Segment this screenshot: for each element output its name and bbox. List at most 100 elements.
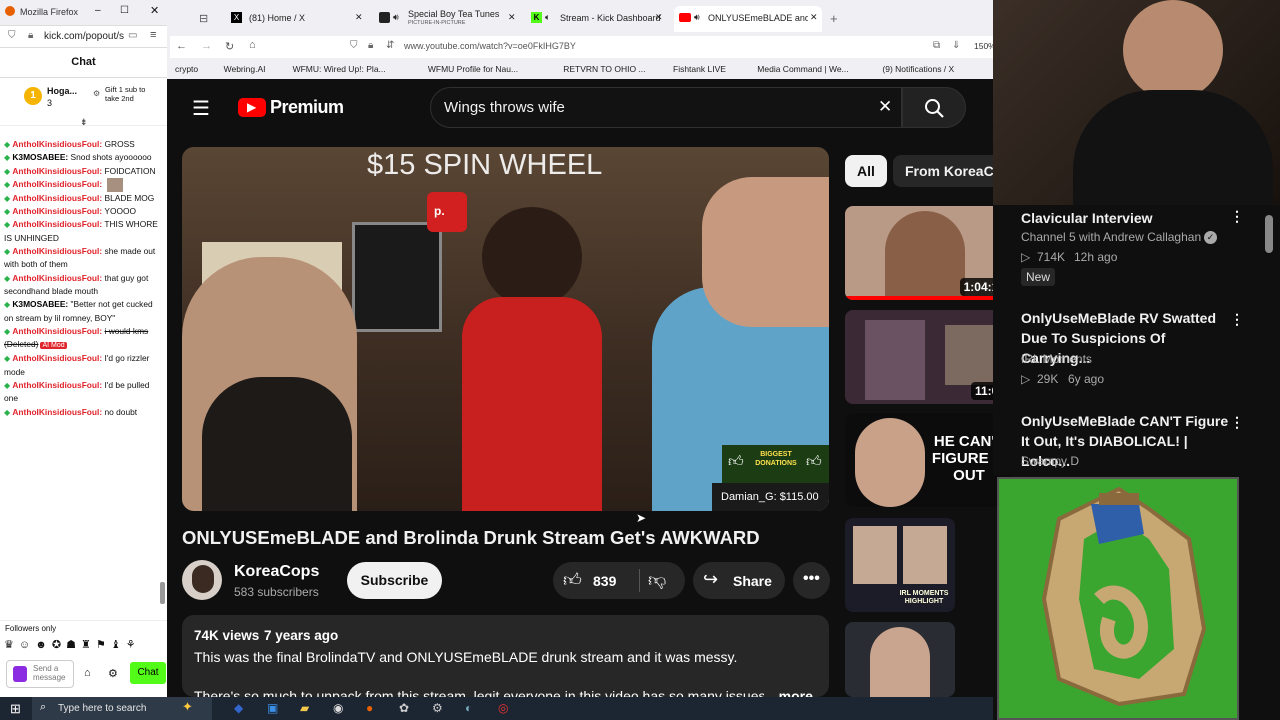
description-box[interactable]: 74K views 7 years ago This was the final… — [182, 615, 829, 697]
related-menu-icon[interactable]: ⋮ — [1230, 208, 1244, 225]
bookmark-item[interactable]: WFMU: Wired Up!: Pla... — [293, 64, 386, 74]
related-thumbnail-1[interactable]: 1:04:15 — [845, 206, 1013, 300]
video-player[interactable]: p. $15 SPIN WHEEL 👍︎ BIGGEST DONATIONS 👍… — [182, 147, 829, 511]
emote-bar[interactable]: ♛ ☺ ☻ ✪ ☗ ♜ ⚑ ♝ ⚘ — [4, 638, 159, 654]
related-thumbnail-4[interactable]: IRL MOMENTS HIGHLIGHT — [845, 518, 955, 612]
tab-x-home[interactable]: X (81) Home / X ✕ — [227, 6, 367, 32]
chat-username[interactable]: AnthoIKinsidiousFoul: — [12, 246, 102, 256]
share-button[interactable]: ↪ Share — [693, 562, 785, 599]
windows-start-icon[interactable]: ⊞ — [10, 701, 21, 717]
copilot-icon[interactable]: ◆ — [234, 701, 243, 715]
related-menu-icon[interactable]: ⋮ — [1230, 311, 1244, 328]
search-box[interactable]: Wings throws wife ✕ — [430, 87, 902, 128]
bookmark-item[interactable]: Fishtank LIVE — [673, 64, 726, 74]
channel-name[interactable]: KoreaCops — [234, 563, 319, 581]
collapse-icon[interactable]: ⇟ — [80, 117, 88, 128]
chat-username[interactable]: K3MOSABEE: — [12, 152, 68, 162]
subscribe-button[interactable]: Subscribe — [347, 562, 442, 599]
chat-username[interactable]: AnthoIKinsidiousFoul: — [12, 407, 102, 417]
chat-scrollbar[interactable] — [160, 582, 165, 604]
related-thumbnail-5[interactable] — [845, 622, 955, 697]
chat-username[interactable]: AnthoIKinsidiousFoul: — [12, 380, 102, 390]
minimize-icon[interactable]: – — [95, 5, 101, 16]
audio-icon[interactable]: 🔊︎ — [393, 12, 399, 23]
tab-kick-dashboard[interactable]: K 🔈︎ Stream - Kick Dashboard ✕ — [527, 6, 667, 32]
search-input[interactable]: Wings throws wife — [444, 99, 565, 116]
bookmark-item[interactable]: crypto — [175, 64, 198, 74]
app-icon[interactable]: ◎ — [498, 701, 508, 715]
chat-username[interactable]: AnthoIKinsidiousFoul: — [12, 326, 102, 336]
chat-username[interactable]: AnthoIKinsidiousFoul: — [12, 179, 102, 189]
more-actions-button[interactable]: ••• — [793, 562, 830, 599]
chat-send-button[interactable]: Chat — [130, 662, 166, 684]
downloads-icon[interactable]: ⇓ — [952, 40, 960, 51]
chat-username[interactable]: AnthoIKinsidiousFoul: — [12, 206, 102, 216]
related-thumbnail-2[interactable]: 11:05 — [845, 310, 1013, 404]
tab-close-icon[interactable]: ✕ — [810, 12, 818, 23]
chat-urlbar[interactable]: ⛉ 🔒︎ kick.com/popout/s ▭ ≡ — [0, 26, 167, 48]
dislike-icon[interactable]: 👎︎ — [648, 569, 666, 591]
like-icon[interactable]: 👍︎ — [563, 569, 582, 591]
page-icon[interactable]: ▭ — [128, 30, 137, 41]
chat-username[interactable]: AnthoIKinsidiousFoul: — [12, 139, 102, 149]
bookmark-item[interactable]: Webring.AI — [224, 64, 266, 74]
app-icon[interactable]: ⚙ — [432, 701, 443, 715]
related-channel-3[interactable]: Swampy D — [1021, 451, 1079, 471]
taskbar-search[interactable]: ⌕ Type here to search ✦ — [32, 697, 212, 720]
chip-all[interactable]: All — [845, 155, 887, 187]
bookmark-item[interactable]: WFMU Profile for Nau... — [428, 64, 518, 74]
bookmark-item[interactable]: RETVRN TO OHIO ... — [563, 64, 645, 74]
clear-search-icon[interactable]: ✕ — [878, 97, 892, 117]
pip-icon[interactable]: ⧉ — [933, 40, 940, 51]
mic-icon[interactable] — [13, 666, 27, 682]
back-icon[interactable]: ← — [176, 40, 187, 52]
like-count[interactable]: 839 — [593, 573, 616, 589]
search-button[interactable] — [902, 87, 966, 128]
obs-icon[interactable]: ◉ — [333, 701, 343, 715]
chat-username[interactable]: AnthoIKinsidiousFoul: — [12, 273, 102, 283]
audio-icon[interactable]: 🔊︎ — [694, 12, 700, 23]
store-icon[interactable]: ⌂ — [84, 667, 91, 679]
new-tab-icon[interactable]: + — [830, 11, 838, 26]
chip-from-channel[interactable]: From KoreaCo — [893, 155, 993, 187]
channel-avatar[interactable] — [182, 560, 222, 600]
app-icon[interactable]: ✿ — [399, 701, 409, 715]
steam-icon[interactable]: ◐ — [465, 701, 472, 715]
tab-close-icon[interactable]: ✕ — [655, 12, 663, 23]
related-channel-1[interactable]: Channel 5 with Andrew Callaghan — [1021, 227, 1201, 247]
forward-icon[interactable]: → — [201, 40, 212, 52]
tab-close-icon[interactable]: ✕ — [508, 12, 516, 23]
chat-username[interactable]: AnthoIKinsidiousFoul: — [12, 193, 102, 203]
close-icon[interactable]: ✕ — [150, 4, 159, 17]
youtube-logo-icon[interactable]: ▶ — [238, 98, 266, 117]
store-icon[interactable]: ▣ — [267, 701, 278, 715]
hamburger-menu-icon[interactable]: ☰ — [192, 96, 210, 121]
show-more-link[interactable]: ...more — [767, 688, 813, 697]
home-icon[interactable]: ⌂ — [249, 39, 256, 51]
file-explorer-icon[interactable]: ▰ — [300, 701, 309, 715]
chat-username[interactable]: AnthoIKinsidiousFoul: — [12, 353, 102, 363]
mute-icon[interactable]: 🔈︎ — [545, 12, 550, 23]
menu-icon[interactable]: ≡ — [150, 29, 156, 41]
reload-icon[interactable]: ↻ — [225, 40, 234, 53]
permissions-icon[interactable]: ⇵ — [386, 40, 394, 51]
panel-scrollbar[interactable] — [1265, 215, 1273, 253]
shield-icon[interactable]: ⛉ — [350, 40, 358, 51]
url-input[interactable]: www.youtube.com/watch?v=oe0FkIHG7BY — [404, 41, 576, 51]
tab-close-icon[interactable]: ✕ — [355, 12, 363, 23]
chat-username[interactable]: AnthoIKinsidiousFoul: — [12, 166, 102, 176]
related-channel-2[interactable]: IRL Moments — [1021, 349, 1092, 369]
firefox-icon[interactable]: ● — [366, 701, 373, 715]
bookmark-item[interactable]: (9) Notifications / X — [882, 64, 954, 74]
related-menu-icon[interactable]: ⋮ — [1230, 414, 1244, 431]
tab-overview-icon[interactable]: ⊟ — [199, 12, 208, 25]
chat-username[interactable]: K3MOSABEE: — [12, 299, 68, 309]
settings-icon[interactable]: ⚙ — [108, 667, 118, 680]
tab-special-boy[interactable]: 🔊︎ Special Boy Tea Tunes PICTURE-IN-PICT… — [375, 6, 520, 32]
related-thumbnail-3[interactable]: HE CAN'T FIGURE IT OUT — [845, 413, 1013, 507]
pinned-gift[interactable]: 1 Hoga... 3 ⚙ Gift 1 sub to take 2nd ⇟ — [0, 78, 167, 128]
maximize-icon[interactable]: ☐ — [120, 5, 129, 16]
chat-input[interactable]: Send a message — [6, 660, 74, 688]
chat-username[interactable]: AnthoIKinsidiousFoul: — [12, 219, 102, 229]
related-title-1[interactable]: Clavicular Interview — [1021, 208, 1153, 228]
